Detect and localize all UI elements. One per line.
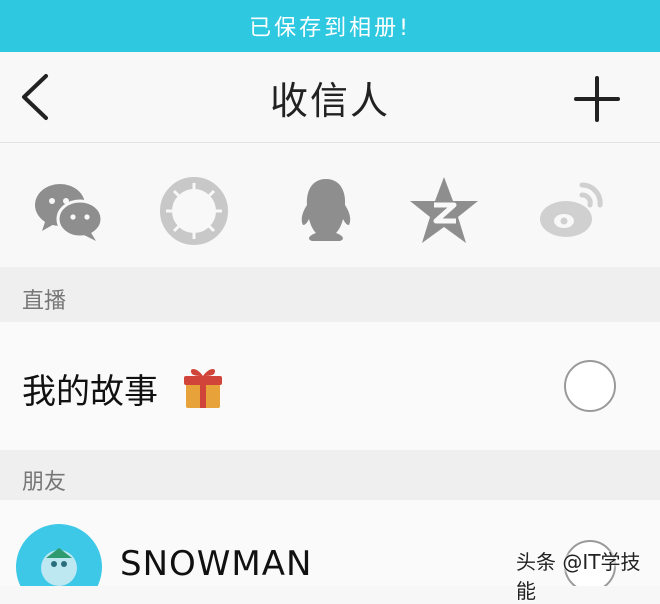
section-header-label: 直播 (22, 289, 67, 314)
watermark: 头条 @IT学技能 (516, 550, 641, 603)
qq-icon[interactable] (290, 175, 362, 247)
page-title: 收信人 (269, 79, 390, 123)
my-story-radio[interactable] (564, 360, 616, 412)
avatar (16, 524, 102, 586)
qzone-icon[interactable] (408, 175, 480, 247)
gift-icon (184, 369, 222, 408)
snowman-avatar-icon (41, 548, 77, 586)
navigation-bar: 收信人 (0, 52, 660, 143)
my-story-row[interactable]: 我的故事 (0, 322, 660, 450)
wechat-icon[interactable] (32, 175, 104, 247)
section-header-label: 朋友 (22, 470, 67, 495)
section-header-friends: 朋友 (0, 450, 660, 500)
moments-icon[interactable] (158, 175, 230, 247)
my-story-label: 我的故事 (22, 372, 158, 412)
section-header-live: 直播 (0, 267, 660, 322)
toast-message: 已保存到相册! (249, 16, 411, 41)
weibo-icon[interactable] (536, 175, 608, 247)
friend-name: SNOWMAN (120, 544, 313, 584)
plus-icon[interactable] (572, 74, 622, 124)
share-targets-row (0, 143, 660, 267)
save-toast: 已保存到相册! (0, 0, 660, 52)
